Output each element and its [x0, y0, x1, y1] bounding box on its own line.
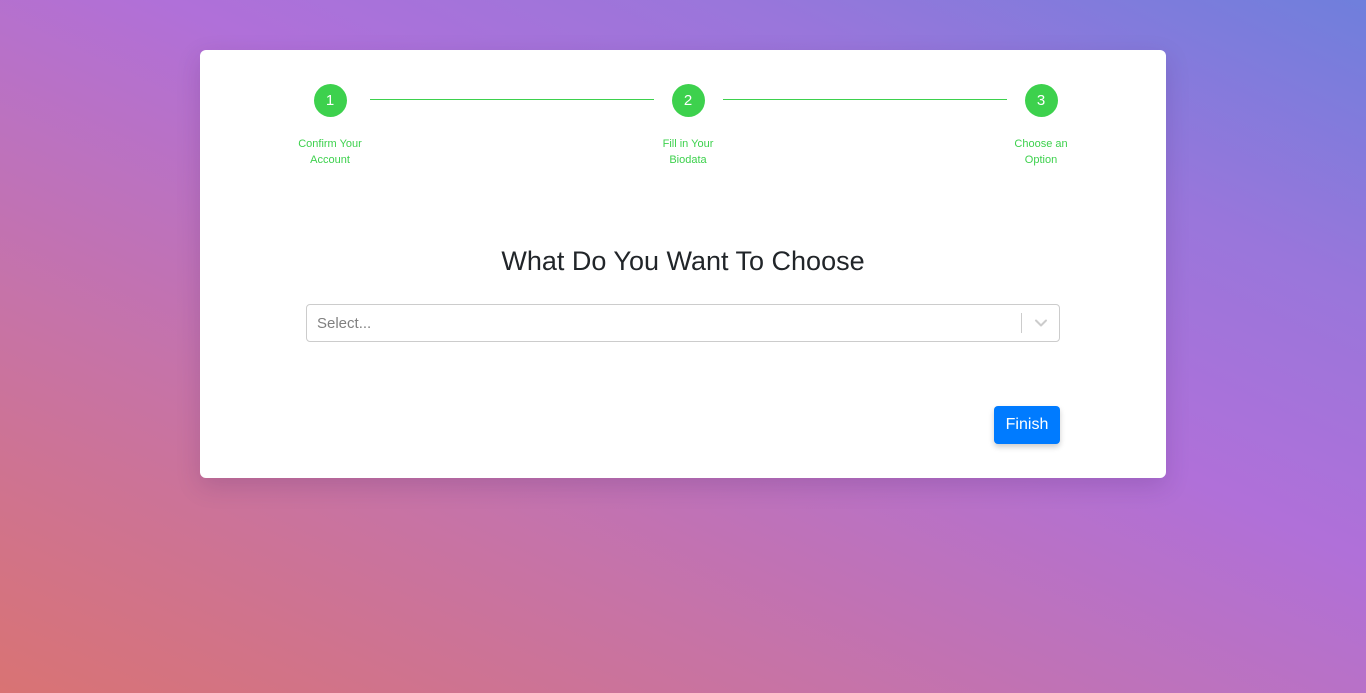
- option-select[interactable]: Select...: [306, 304, 1060, 342]
- step-2[interactable]: 2 Fill in Your Biodata: [628, 84, 748, 168]
- step-2-label: Fill in Your Biodata: [662, 138, 714, 166]
- step-connector-2-3: [723, 99, 1007, 100]
- step-1-label: Confirm Your Account: [298, 138, 362, 166]
- step-2-number: 2: [671, 84, 705, 117]
- select-placeholder: Select...: [317, 315, 372, 332]
- step-3-label: Choose an Option: [1014, 138, 1068, 166]
- step-connector-1-2: [370, 99, 654, 100]
- wizard-card: 1 Confirm Your Account 2 Fill in Your Bi…: [200, 50, 1166, 478]
- step-3-number: 3: [1024, 84, 1058, 117]
- step-1[interactable]: 1 Confirm Your Account: [270, 84, 390, 168]
- step-3[interactable]: 3 Choose an Option: [981, 84, 1101, 168]
- stepper: 1 Confirm Your Account 2 Fill in Your Bi…: [200, 50, 1166, 230]
- step-1-number: 1: [313, 84, 347, 117]
- chevron-down-icon[interactable]: [1033, 316, 1049, 330]
- select-separator: [1021, 313, 1022, 333]
- page-title: What Do You Want To Choose: [501, 246, 865, 276]
- finish-button[interactable]: Finish: [994, 406, 1060, 444]
